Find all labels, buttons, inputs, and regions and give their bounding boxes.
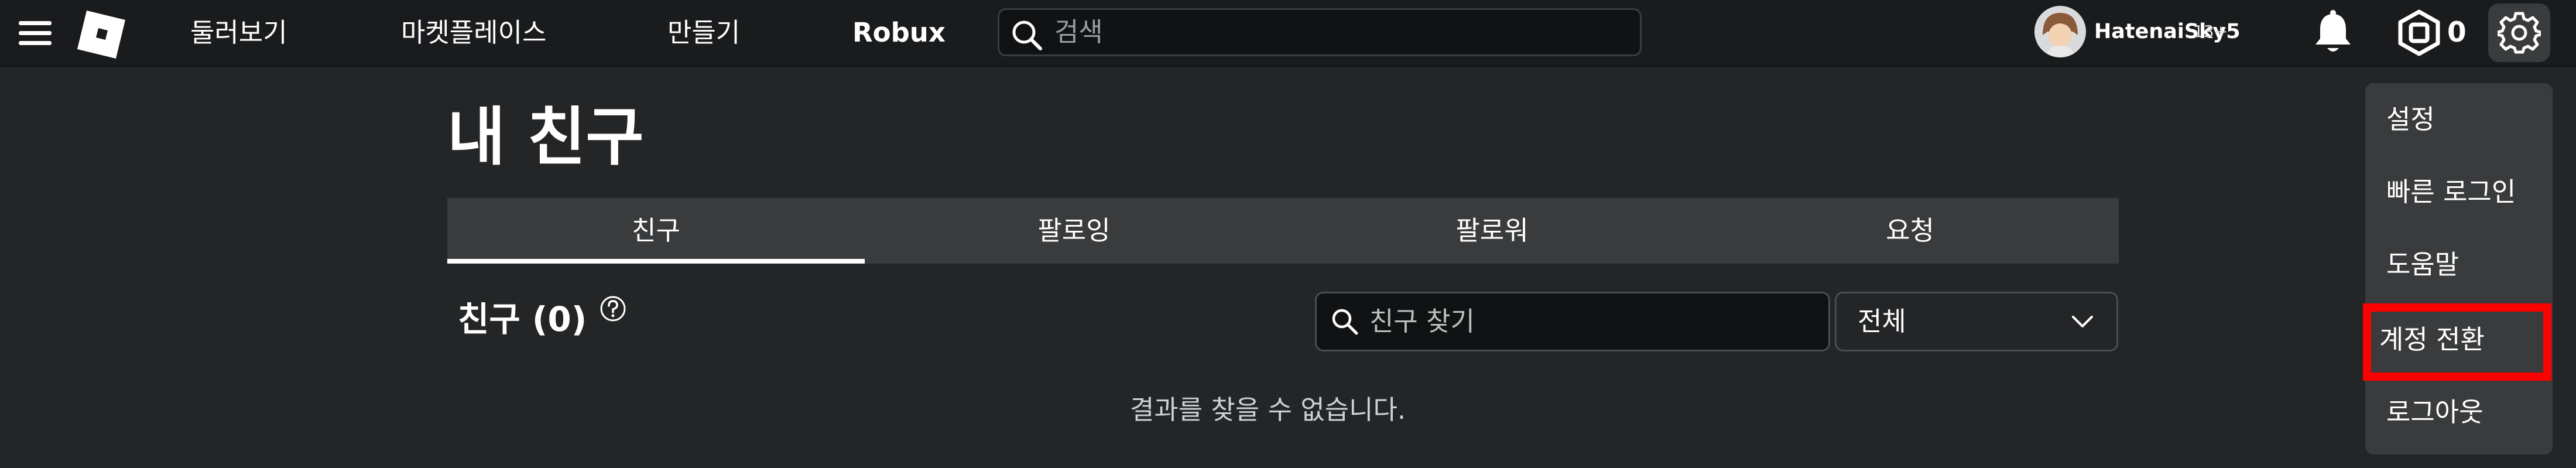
top-navigation-bar: 둘러보기 마켓플레이스 만들기 Robux 검색 HatenaiSky5 13+ xyxy=(0,0,2576,67)
help-icon[interactable] xyxy=(600,295,626,322)
age-badge: 13+ xyxy=(2193,22,2228,41)
highlight-box xyxy=(2363,303,2551,381)
filter-value: 전체 xyxy=(1858,306,1906,337)
tab-requests[interactable]: 요청 xyxy=(1701,198,2119,264)
friends-tabs: 친구 팔로잉 팔로워 요청 xyxy=(447,198,2119,264)
tab-following[interactable]: 팔로잉 xyxy=(865,198,1283,264)
chevron-down-icon xyxy=(2072,316,2093,327)
robux-balance[interactable]: 0 xyxy=(2447,13,2467,53)
nav-link-robux[interactable]: Robux xyxy=(852,13,946,53)
gear-icon xyxy=(2498,12,2541,54)
avatar[interactable] xyxy=(2034,6,2086,57)
friend-search-placeholder: 친구 찾기 xyxy=(1369,306,1475,337)
tab-friends[interactable]: 친구 xyxy=(447,198,865,264)
search-input[interactable]: 검색 xyxy=(998,8,1642,56)
page-title: 내 친구 xyxy=(447,101,644,174)
menu-item-help[interactable]: 도움말 xyxy=(2386,241,2459,288)
menu-item-quick-login[interactable]: 빠른 로그인 xyxy=(2386,169,2516,216)
search-icon xyxy=(1332,309,1358,335)
settings-menu: 설정 빠른 로그인 도움말 계정 전환 로그아웃 xyxy=(2365,83,2553,455)
robux-icon[interactable] xyxy=(2396,9,2443,56)
nav-link-discover[interactable]: 둘러보기 xyxy=(190,13,287,53)
roblox-logo[interactable] xyxy=(75,8,128,61)
bell-icon[interactable] xyxy=(2310,8,2356,57)
tab-followers[interactable]: 팔로워 xyxy=(1283,198,1701,264)
search-icon xyxy=(1012,21,1042,50)
menu-item-logout[interactable]: 로그아웃 xyxy=(2386,389,2483,436)
menu-icon[interactable] xyxy=(19,21,52,47)
friend-search-input[interactable]: 친구 찾기 xyxy=(1315,292,1830,351)
friend-filter-dropdown[interactable]: 전체 xyxy=(1835,292,2118,351)
nav-link-marketplace[interactable]: 마켓플레이스 xyxy=(401,13,546,53)
settings-button[interactable] xyxy=(2488,4,2550,62)
search-placeholder: 검색 xyxy=(1054,16,1103,47)
friends-count-title: 친구 (0) xyxy=(458,299,587,339)
menu-item-settings[interactable]: 설정 xyxy=(2386,96,2435,143)
nav-link-create[interactable]: 만들기 xyxy=(667,13,740,53)
empty-results-message: 결과를 찾을 수 없습니다. xyxy=(1130,394,1406,425)
